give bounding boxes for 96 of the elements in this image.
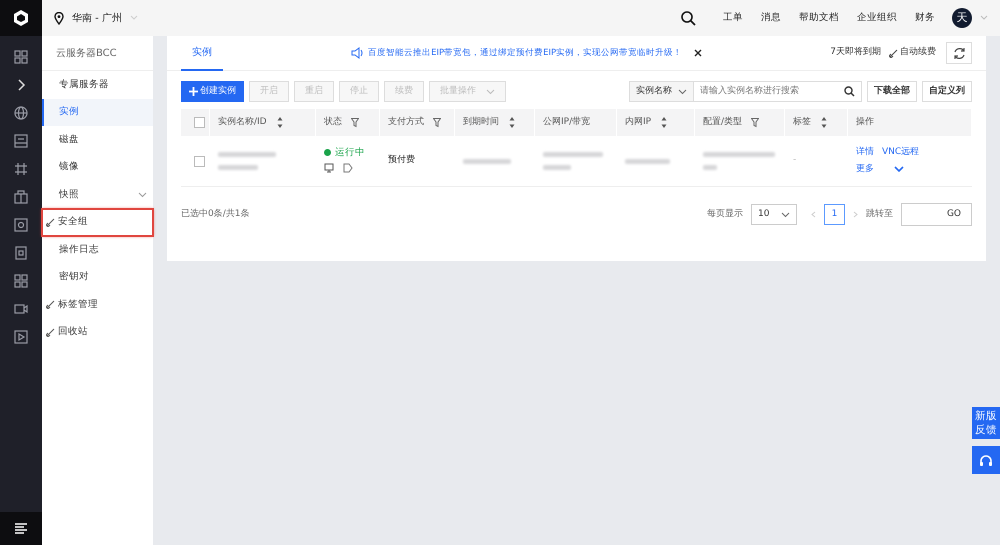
column-header[interactable]: 实例名称/ID bbox=[218, 116, 267, 130]
sidebar-item[interactable]: 回收站 bbox=[42, 318, 153, 346]
status-text: 运行中 bbox=[335, 146, 365, 160]
camera-icon[interactable] bbox=[14, 302, 28, 316]
chevron-down-icon[interactable] bbox=[138, 192, 147, 198]
filter-icon[interactable] bbox=[751, 117, 760, 128]
region-selector[interactable]: 华南 - 广州 bbox=[72, 10, 122, 26]
caret-icon bbox=[781, 212, 790, 218]
tag-icon[interactable] bbox=[342, 163, 353, 174]
toolbar-button[interactable]: 自定义列 bbox=[922, 81, 972, 102]
link-icon bbox=[889, 48, 898, 58]
payment-text: 预付费 bbox=[388, 154, 415, 168]
action-link[interactable]: 更多 bbox=[856, 162, 874, 176]
filter-dropdown[interactable]: 实例名称 bbox=[630, 82, 694, 101]
network-icon[interactable] bbox=[14, 162, 28, 176]
plus-icon bbox=[189, 87, 198, 96]
box-icon[interactable] bbox=[14, 190, 28, 204]
sidebar-item[interactable]: 镜像 bbox=[42, 154, 153, 181]
column-header[interactable]: 公网IP/带宽 bbox=[543, 116, 590, 130]
header-link[interactable]: 帮助文档 bbox=[799, 10, 839, 26]
checkbox[interactable] bbox=[194, 156, 205, 166]
checkbox[interactable] bbox=[194, 117, 205, 128]
selection-count: 已选中0条/共1条 bbox=[181, 208, 250, 221]
page-button[interactable]: 1 bbox=[824, 204, 845, 225]
column-header[interactable]: 到期时间 bbox=[463, 116, 499, 130]
redacted-text bbox=[463, 158, 511, 164]
chip-icon[interactable] bbox=[14, 246, 28, 260]
speaker-icon bbox=[351, 47, 364, 59]
expiring-text[interactable]: 7天即将到期 bbox=[830, 46, 881, 60]
column-header[interactable]: 内网IP bbox=[625, 116, 652, 130]
sidebar-item[interactable]: 密钥对 bbox=[42, 264, 153, 291]
sort-icon[interactable] bbox=[820, 117, 828, 128]
header-link[interactable]: 企业组织 bbox=[857, 10, 897, 26]
auto-renew-link[interactable]: 自动续费 bbox=[900, 46, 936, 60]
sidebar-title: 云服务器BCC bbox=[42, 36, 153, 71]
monitor-icon[interactable] bbox=[14, 134, 28, 148]
feedback-button[interactable]: 新版反馈 bbox=[972, 407, 1000, 439]
search-icon[interactable] bbox=[844, 86, 855, 97]
menu-icon[interactable] bbox=[15, 523, 27, 534]
chevron-down-icon[interactable] bbox=[894, 166, 904, 173]
page-size-select[interactable]: 10 bbox=[751, 204, 797, 225]
per-page-label: 每页显示 bbox=[707, 208, 743, 221]
redacted-text bbox=[703, 152, 775, 170]
link-icon bbox=[46, 218, 55, 227]
sidebar-item[interactable]: 安全组 bbox=[42, 208, 153, 236]
link-icon bbox=[46, 328, 55, 337]
action-link[interactable]: VNC远程 bbox=[882, 146, 920, 160]
sort-icon[interactable] bbox=[508, 117, 516, 128]
column-header[interactable]: 操作 bbox=[856, 116, 874, 130]
caret-icon bbox=[486, 88, 495, 94]
logo-icon[interactable] bbox=[12, 9, 30, 27]
filter-icon[interactable] bbox=[351, 117, 359, 128]
jump-label: 跳转至 bbox=[866, 208, 893, 221]
play-icon[interactable] bbox=[14, 330, 28, 344]
action-link[interactable]: 详情 bbox=[856, 146, 874, 160]
sidebar-item[interactable]: 快照 bbox=[42, 181, 153, 208]
column-header[interactable]: 配置/类型 bbox=[703, 116, 742, 130]
refresh-button[interactable] bbox=[946, 42, 972, 64]
sidebar-item[interactable]: 专属服务器 bbox=[42, 71, 153, 98]
column-header[interactable]: 支付方式 bbox=[388, 116, 424, 130]
sidebar-item[interactable]: 实例 bbox=[42, 98, 153, 126]
location-pin-icon bbox=[54, 12, 64, 24]
sidebar-item[interactable]: 磁盘 bbox=[42, 126, 153, 154]
redacted-text bbox=[625, 158, 670, 164]
user-avatar[interactable]: 天 bbox=[952, 8, 972, 28]
redacted-text bbox=[543, 152, 603, 170]
sort-icon[interactable] bbox=[660, 117, 668, 128]
refresh-icon bbox=[952, 46, 966, 60]
create-instance-button[interactable]: 创建实例 bbox=[181, 81, 244, 102]
header-link[interactable]: 财务 bbox=[915, 10, 935, 26]
tag-text: - bbox=[793, 154, 796, 168]
header-link[interactable]: 消息 bbox=[761, 10, 781, 26]
support-button[interactable] bbox=[972, 446, 1000, 474]
column-header[interactable]: 状态 bbox=[324, 116, 342, 130]
sidebar-item[interactable]: 标签管理 bbox=[42, 291, 153, 318]
notice-text[interactable]: 百度智能云推出EIP带宽包，通过绑定预付费EIP实例，实现公网带宽临时升级！ bbox=[368, 46, 682, 60]
header-link[interactable]: 工单 bbox=[723, 10, 743, 26]
column-header[interactable]: 标签 bbox=[793, 116, 811, 130]
go-button[interactable]: GO bbox=[901, 203, 972, 226]
link-icon bbox=[46, 300, 55, 310]
monitor-icon[interactable] bbox=[324, 163, 334, 174]
headset-icon bbox=[979, 454, 993, 466]
status-dot-icon bbox=[324, 149, 331, 156]
caret-icon bbox=[678, 88, 687, 94]
sort-icon[interactable] bbox=[276, 117, 284, 128]
redacted-text bbox=[218, 152, 276, 170]
toolbar-button[interactable]: 下载全部 bbox=[867, 81, 917, 102]
search-field[interactable]: 实例名称 请输入实例名称进行搜索 bbox=[629, 81, 862, 102]
filter-icon[interactable] bbox=[433, 117, 441, 128]
sidebar-item[interactable]: 操作日志 bbox=[42, 236, 153, 264]
search-icon[interactable] bbox=[681, 10, 696, 26]
tab[interactable]: 实例 bbox=[181, 36, 223, 70]
grid-icon[interactable] bbox=[14, 274, 28, 288]
globe-icon[interactable] bbox=[14, 106, 28, 120]
close-icon[interactable] bbox=[694, 49, 702, 57]
grid-icon[interactable] bbox=[14, 50, 28, 64]
